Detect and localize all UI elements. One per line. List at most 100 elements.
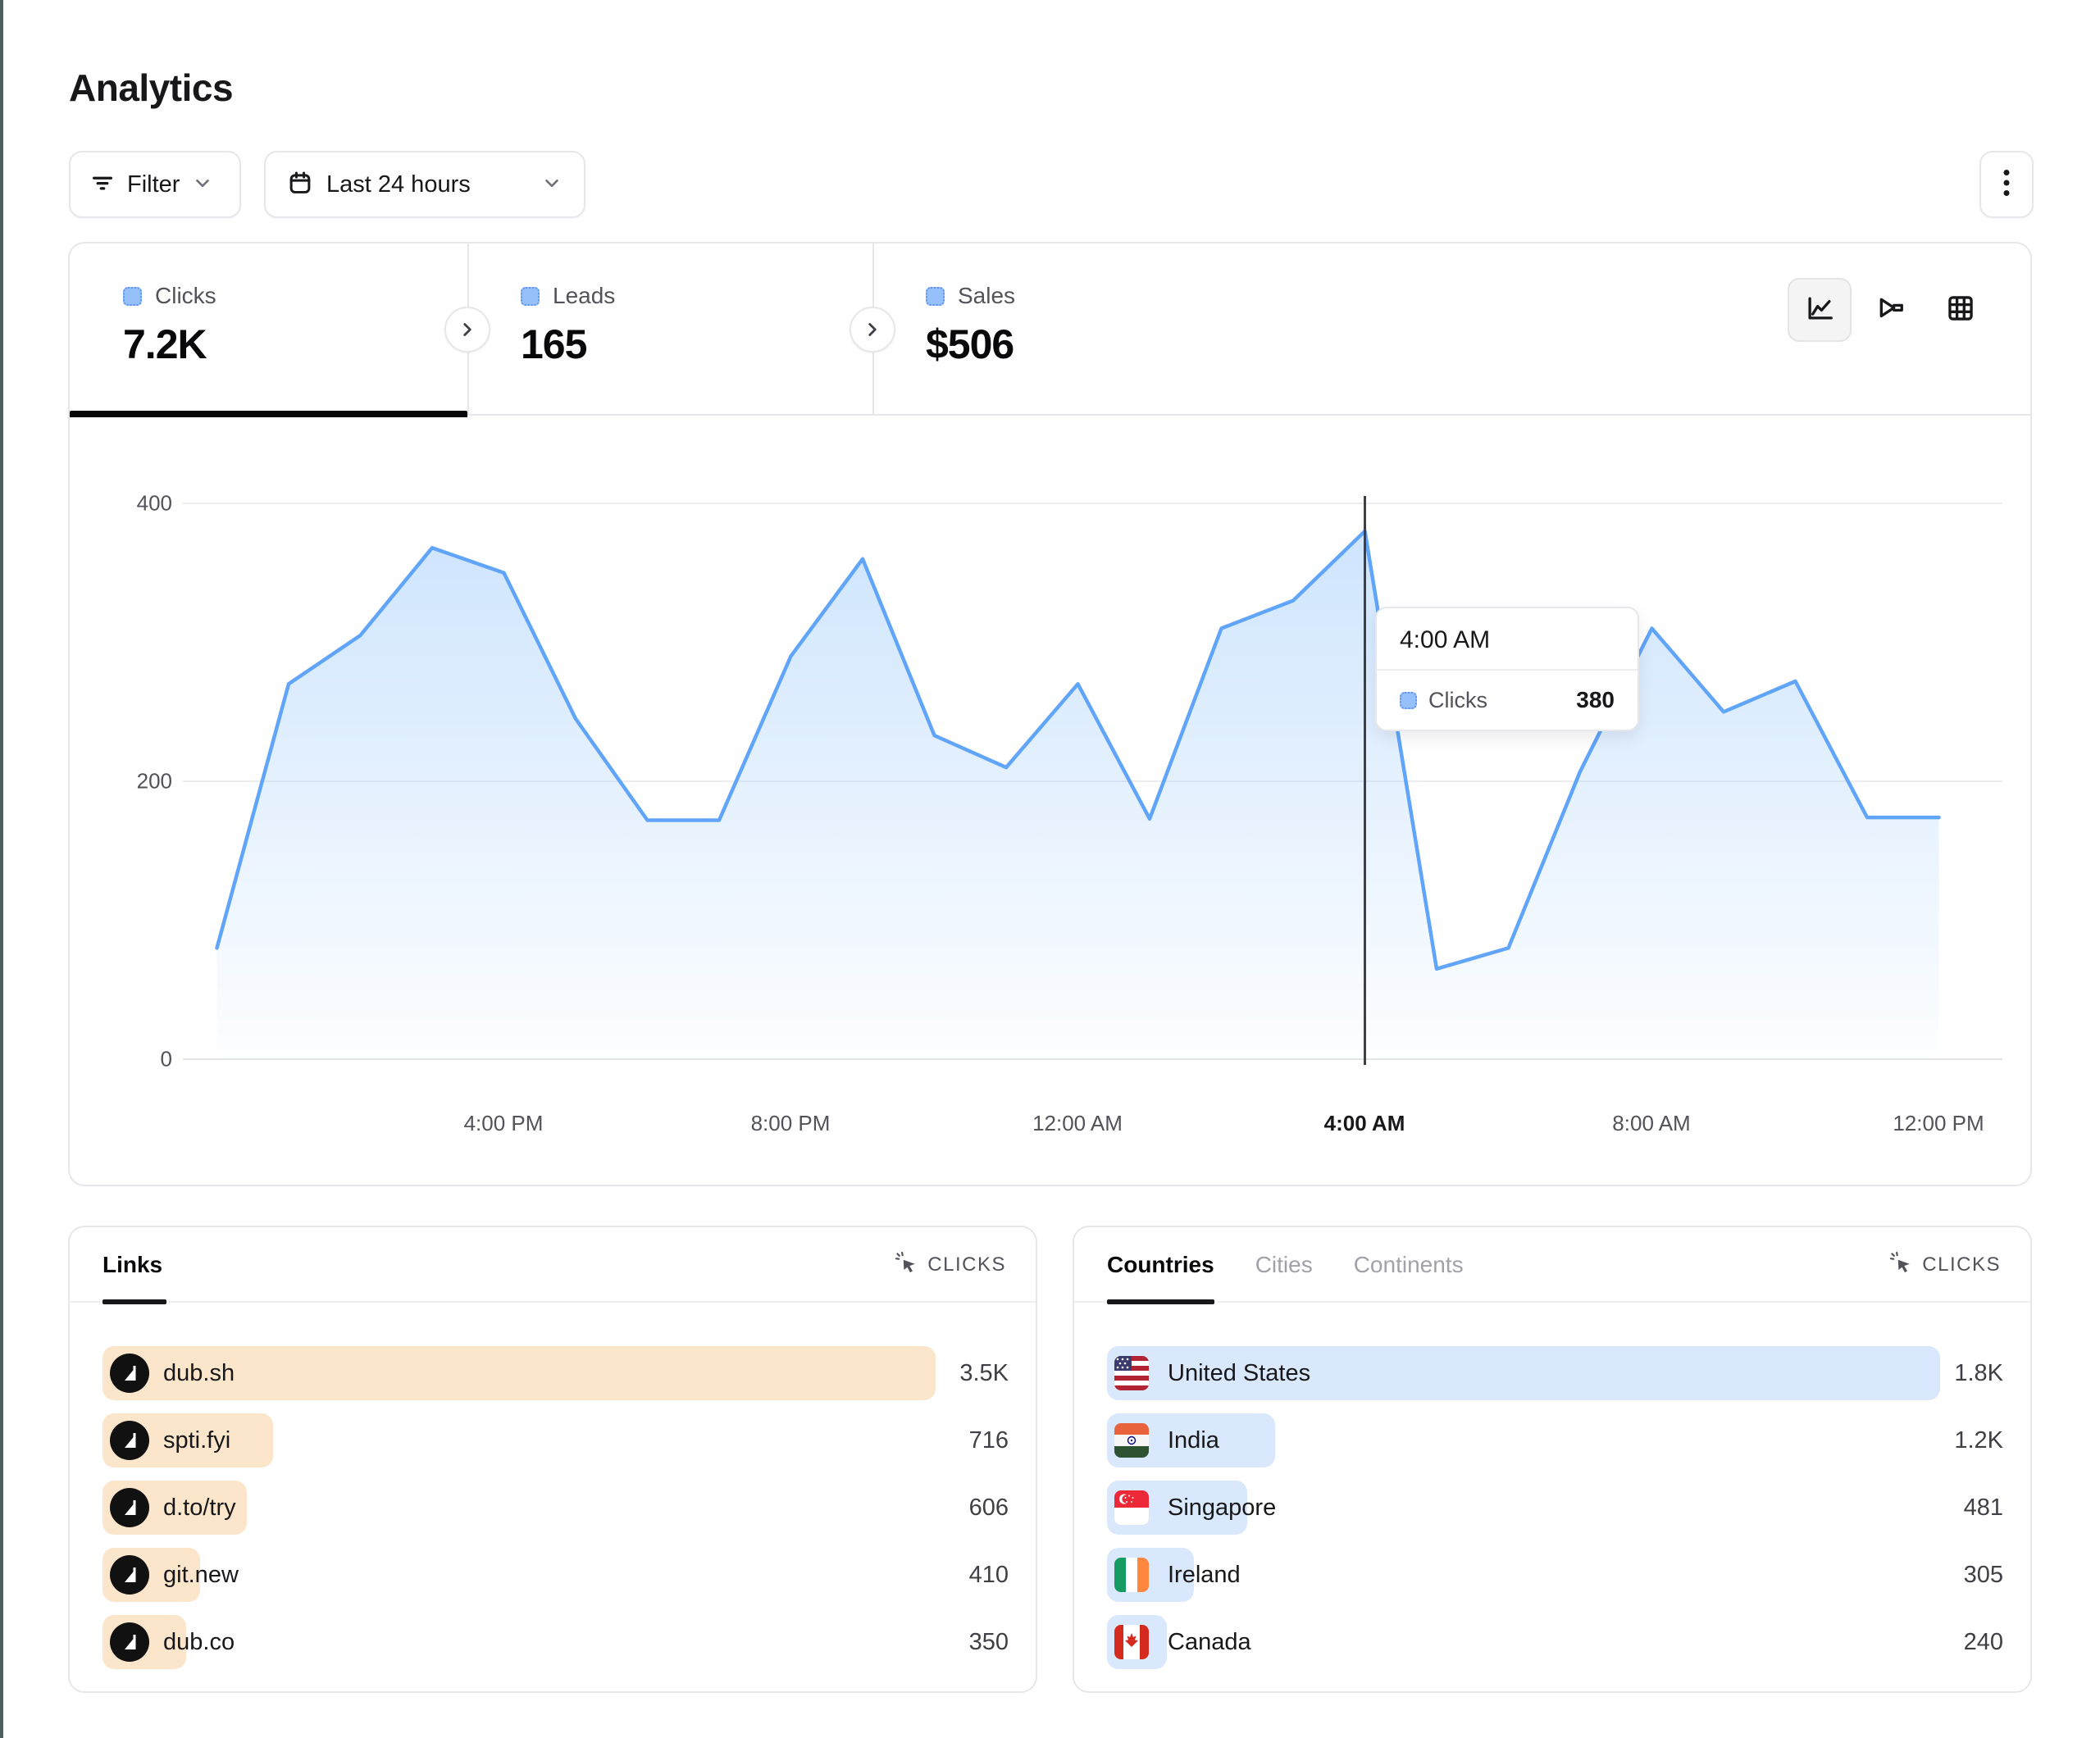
country-row[interactable]: United States 1.8K	[1107, 1346, 2003, 1400]
line-chart-icon	[1804, 293, 1835, 328]
link-value: 606	[969, 1481, 1009, 1535]
y-axis-tick-400: 400	[82, 491, 172, 516]
geo-metric-header-label: CLICKS	[1922, 1253, 2001, 1276]
link-value: 350	[969, 1615, 1009, 1669]
country-value: 1.8K	[1954, 1346, 2003, 1400]
geo-panel: Countries Cities Continents CLICKS	[1073, 1226, 2032, 1693]
sales-value: $506	[926, 321, 1014, 368]
country-label: United States	[1168, 1346, 1310, 1400]
filter-button[interactable]: Filter	[69, 151, 241, 218]
cursor-click-icon	[895, 1251, 918, 1280]
geo-clicks-sort-button[interactable]: CLICKS	[1889, 1227, 2001, 1303]
country-value: 1.2K	[1954, 1413, 2003, 1467]
link-row[interactable]: dub.co 350	[102, 1615, 1009, 1669]
tab-cities[interactable]: Cities	[1255, 1227, 1313, 1303]
india-flag-icon	[1114, 1423, 1149, 1458]
tooltip-value: 380	[1576, 687, 1615, 713]
x-axis-tick: 12:00 AM	[1004, 1111, 1151, 1136]
links-list: dub.sh 3.5K spti.fyi 716 d.to/try 606	[102, 1346, 1009, 1682]
tab-continents[interactable]: Continents	[1354, 1227, 1464, 1303]
x-axis-tick: 8:00 PM	[717, 1111, 864, 1136]
links-panel-header: Links CLICKS	[70, 1227, 1036, 1303]
link-row[interactable]: d.to/try 606	[102, 1481, 1009, 1535]
date-range-button[interactable]: Last 24 hours	[264, 151, 585, 218]
link-label: git.new	[163, 1548, 239, 1602]
funnel-icon	[1875, 293, 1906, 328]
clicks-chart[interactable]: 400 200 0 4:00 PM 8:00 PM 12:00 AM 4:00 …	[70, 416, 2034, 1186]
vertical-ellipsis-icon	[1994, 166, 2019, 203]
country-label: India	[1168, 1413, 1219, 1467]
table-view-button[interactable]	[1929, 278, 1993, 342]
canada-flag-icon	[1114, 1625, 1149, 1659]
link-value: 3.5K	[959, 1346, 1009, 1400]
dub-logo-icon	[110, 1421, 149, 1460]
tooltip-legend-square	[1400, 692, 1417, 709]
chart-tooltip: 4:00 AM Clicks 380	[1375, 607, 1639, 731]
y-axis-tick-200: 200	[82, 769, 172, 794]
dub-logo-icon	[110, 1555, 149, 1595]
tab-countries[interactable]: Countries	[1107, 1227, 1214, 1303]
x-axis-tick: 12:00 PM	[1865, 1111, 2012, 1136]
page-edge-accent	[0, 0, 3, 1738]
link-row[interactable]: dub.sh 3.5K	[102, 1346, 1009, 1400]
link-label: dub.co	[163, 1615, 235, 1669]
sales-tab-label: Sales	[958, 283, 1015, 309]
clicks-value: 7.2K	[123, 321, 207, 368]
clicks-legend-square	[123, 287, 142, 306]
country-value: 305	[1964, 1548, 2003, 1602]
metric-tabs-row: Clicks 7.2K Leads 165 Sales $506	[70, 243, 2030, 416]
link-label: d.to/try	[163, 1481, 236, 1535]
country-value: 240	[1964, 1615, 2003, 1669]
chevron-down-icon	[192, 172, 213, 198]
country-row[interactable]: Canada 240	[1107, 1615, 2003, 1669]
x-axis-tick: 8:00 AM	[1578, 1111, 1725, 1136]
sales-legend-square	[926, 287, 945, 306]
geo-panel-header: Countries Cities Continents CLICKS	[1074, 1227, 2030, 1303]
country-bar	[1107, 1615, 1167, 1669]
country-row[interactable]: Ireland 305	[1107, 1548, 2003, 1602]
link-value: 716	[969, 1413, 1009, 1467]
countries-list: United States 1.8K India 1.2K	[1107, 1346, 2003, 1682]
link-value: 410	[969, 1548, 1009, 1602]
tab-sales[interactable]: Sales $506	[872, 243, 1278, 416]
country-value: 481	[1964, 1481, 2003, 1535]
tab-links[interactable]: Links	[102, 1227, 162, 1303]
filter-icon	[90, 171, 115, 199]
chevron-down-icon	[541, 172, 563, 198]
date-range-label: Last 24 hours	[326, 171, 471, 198]
links-metric-header-label: CLICKS	[927, 1253, 1006, 1276]
expand-clicks-button[interactable]	[444, 307, 490, 353]
chart-type-switcher	[1788, 278, 1993, 342]
link-row[interactable]: spti.fyi 716	[102, 1413, 1009, 1467]
country-row[interactable]: Singapore 481	[1107, 1481, 2003, 1535]
links-clicks-sort-button[interactable]: CLICKS	[895, 1227, 1006, 1303]
singapore-flag-icon	[1114, 1490, 1149, 1525]
more-options-button[interactable]	[1979, 151, 2034, 218]
country-label: Canada	[1168, 1615, 1251, 1669]
hover-crosshair	[1364, 496, 1366, 1065]
page-title: Analytics	[69, 66, 233, 110]
link-label: dub.sh	[163, 1346, 235, 1400]
tab-leads[interactable]: Leads 165	[467, 243, 872, 416]
grid-icon	[1945, 293, 1976, 328]
funnel-view-button[interactable]	[1858, 278, 1922, 342]
link-row[interactable]: git.new 410	[102, 1548, 1009, 1602]
country-row[interactable]: India 1.2K	[1107, 1413, 2003, 1467]
expand-leads-button[interactable]	[850, 307, 895, 353]
cursor-click-icon	[1889, 1251, 1912, 1280]
us-flag-icon	[1114, 1356, 1149, 1390]
x-axis-tick-active: 4:00 AM	[1291, 1111, 1438, 1136]
clicks-tab-label: Clicks	[155, 283, 216, 309]
filter-button-label: Filter	[127, 171, 180, 198]
country-label: Ireland	[1168, 1548, 1241, 1602]
line-chart-view-button[interactable]	[1788, 278, 1852, 342]
leads-legend-square	[521, 287, 540, 306]
dub-logo-icon	[110, 1622, 149, 1662]
dub-logo-icon	[110, 1354, 149, 1393]
tooltip-time: 4:00 AM	[1377, 608, 1638, 671]
analytics-card: Clicks 7.2K Leads 165 Sales $506	[68, 242, 2032, 1186]
tab-clicks[interactable]: Clicks 7.2K	[70, 243, 467, 416]
analytics-page: Analytics Filter Last 24 hours	[0, 0, 2100, 1738]
leads-value: 165	[521, 321, 586, 368]
dub-logo-icon	[110, 1488, 149, 1527]
